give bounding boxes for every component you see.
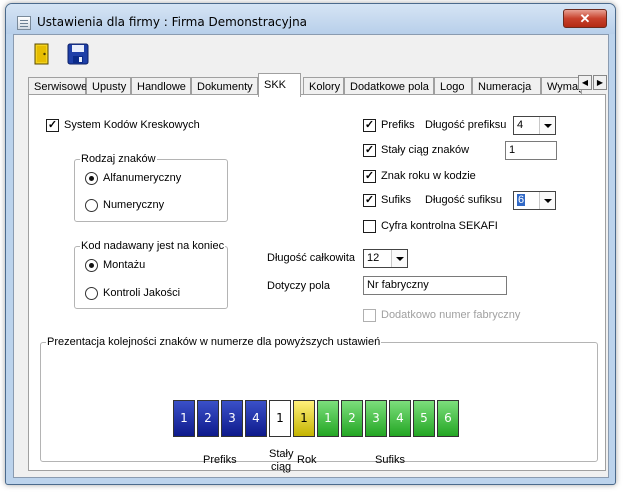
- caption-rok: Rok: [297, 454, 317, 466]
- tab-scroll-right-icon[interactable]: ▶: [593, 75, 607, 90]
- prefiks-label: Prefiks: [381, 119, 415, 131]
- staly-ciag-checkbox[interactable]: ✓: [363, 144, 376, 157]
- montazu-label: Montażu: [103, 259, 146, 271]
- kod-nadawany-legend: Kod nadawany jest na koniec: [80, 240, 226, 252]
- rodzaj-znakow-group: Rodzaj znaków: [74, 153, 228, 222]
- toolbar: [14, 35, 608, 71]
- sufiks-checkbox[interactable]: ✓: [363, 194, 376, 207]
- dlugosc-calkowita-select[interactable]: 12: [363, 249, 408, 268]
- sequence-box-green: 6: [437, 400, 459, 437]
- dotyczy-pola-input[interactable]: Nr fabryczny: [363, 276, 507, 295]
- dotyczy-pola-label: Dotyczy pola: [267, 280, 330, 292]
- title-bar[interactable]: Ustawienia dla firmy : Firma Demonstracy…: [6, 4, 615, 34]
- sufiks-label: Sufiks: [381, 194, 411, 206]
- dlugosc-prefiksu-label: Długość prefiksu: [425, 119, 507, 131]
- dodatkowo-checkbox[interactable]: [363, 309, 376, 322]
- cyfra-kontrolna-label: Cyfra kontrolna SEKAFI: [381, 220, 498, 232]
- sequence-box-blue: 2: [197, 400, 219, 437]
- alfanumeryczny-label: Alfanumeryczny: [103, 172, 182, 184]
- sequence-box-blue: 4: [245, 400, 267, 437]
- dlugosc-sufiksu-value: 6: [517, 194, 526, 206]
- tab-scroll-left-icon[interactable]: ◀: [578, 75, 592, 90]
- caption-ciag: ciąg: [271, 461, 292, 473]
- caption-sufiks: Sufiks: [375, 454, 405, 466]
- prefiks-checkbox[interactable]: ✓: [363, 119, 376, 132]
- alfanumeryczny-radio[interactable]: [85, 172, 98, 185]
- window-icon: [17, 16, 31, 30]
- kod-nadawany-group: Kod nadawany jest na koniec: [74, 240, 228, 309]
- sequence-box-white: 1: [269, 400, 291, 437]
- cyfra-kontrolna-checkbox[interactable]: [363, 220, 376, 233]
- close-button[interactable]: ✕: [563, 9, 607, 28]
- chevron-down-icon[interactable]: [539, 117, 555, 134]
- dlugosc-sufiksu-select[interactable]: 6: [513, 191, 556, 210]
- dlugosc-calkowita-value: 12: [367, 252, 380, 264]
- chevron-down-icon[interactable]: [391, 250, 407, 267]
- numeryczny-label: Numeryczny: [103, 199, 165, 211]
- system-kodow-checkbox[interactable]: ✓: [46, 119, 59, 132]
- montazu-radio[interactable]: [85, 259, 98, 272]
- sequence-box-blue: 3: [221, 400, 243, 437]
- chevron-down-icon[interactable]: [539, 192, 555, 209]
- sequence-box-green: 1: [317, 400, 339, 437]
- tab-strip: Serwisowe Upusty Handlowe Dokumenty SKK …: [28, 73, 608, 97]
- prezentacja-legend: Prezentacja kolejności znaków w numerze …: [46, 336, 382, 348]
- system-kodow-label: System Kodów Kreskowych: [64, 119, 200, 131]
- settings-window: Ustawienia dla firmy : Firma Demonstracy…: [5, 3, 616, 485]
- sequence-box-green: 5: [413, 400, 435, 437]
- dlugosc-sufiksu-label: Długość sufiksu: [425, 194, 503, 206]
- sequence-box-green: 3: [365, 400, 387, 437]
- save-icon[interactable]: [66, 42, 90, 66]
- dlugosc-calkowita-label: Długość całkowita: [267, 252, 356, 264]
- sequence-box-yellow: 1: [293, 400, 315, 437]
- dlugosc-prefiksu-select[interactable]: 4: [513, 116, 556, 135]
- sequence-box-blue: 1: [173, 400, 195, 437]
- numeryczny-radio[interactable]: [85, 199, 98, 212]
- staly-ciag-input[interactable]: 1: [505, 141, 557, 160]
- caption-prefiks: Prefiks: [203, 454, 237, 466]
- tab-skk[interactable]: SKK: [258, 73, 301, 97]
- dodatkowo-label: Dodatkowo numer fabryczny: [381, 309, 521, 321]
- rodzaj-znakow-legend: Rodzaj znaków: [80, 153, 157, 165]
- sequence-box-green: 4: [389, 400, 411, 437]
- staly-ciag-label: Stały ciąg znaków: [381, 144, 470, 156]
- znak-roku-checkbox[interactable]: ✓: [363, 170, 376, 183]
- client-area: Serwisowe Upusty Handlowe Dokumenty SKK …: [13, 34, 609, 478]
- sequence-box-green: 2: [341, 400, 363, 437]
- kontroli-jakosci-radio[interactable]: [85, 287, 98, 300]
- door-icon[interactable]: [30, 42, 54, 66]
- window-title: Ustawienia dla firmy : Firma Demonstracy…: [37, 15, 308, 29]
- caption-staly: Stały: [269, 448, 294, 460]
- skk-panel: ✓ System Kodów Kreskowych Rodzaj znaków …: [28, 94, 606, 473]
- kontroli-jakosci-label: Kontroli Jakości: [103, 287, 181, 299]
- dlugosc-prefiksu-value: 4: [517, 119, 524, 131]
- znak-roku-label: Znak roku w kodzie: [381, 170, 476, 182]
